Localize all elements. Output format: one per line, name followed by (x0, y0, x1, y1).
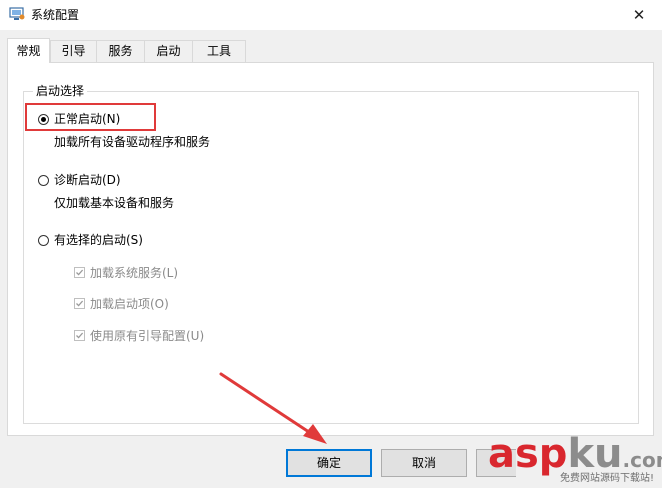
ok-button[interactable]: 确定 (286, 449, 372, 477)
selective-startup-radio[interactable]: 有选择的启动(S) (38, 233, 143, 247)
group-legend: 启动选择 (33, 84, 88, 98)
close-icon: ✕ (632, 6, 646, 24)
normal-startup-radio[interactable]: 正常启动(N) (38, 112, 120, 126)
load-startup-items-label: 加载启动项(O) (90, 297, 169, 311)
tab-startup[interactable]: 启动 (144, 40, 193, 62)
window-title: 系统配置 (31, 8, 80, 22)
use-original-boot-config-checkbox[interactable]: 使用原有引导配置(U) (74, 327, 204, 344)
tab-services[interactable]: 服务 (96, 40, 145, 62)
cancel-button[interactable]: 取消 (381, 449, 467, 477)
load-system-services-label: 加载系统服务(L) (90, 266, 179, 280)
tab-general[interactable]: 常规 (7, 38, 50, 63)
diagnostic-startup-label: 诊断启动(D) (54, 173, 121, 187)
tab-boot[interactable]: 引导 (50, 40, 97, 62)
radio-selected-icon (38, 113, 49, 125)
normal-startup-description: 加载所有设备驱动程序和服务 (54, 135, 211, 149)
system-config-app-icon (9, 7, 25, 21)
use-original-boot-config-label: 使用原有引导配置(U) (90, 329, 205, 343)
title-bar: 系统配置 ✕ (0, 0, 662, 30)
checkmark-icon (74, 298, 85, 309)
tab-tools[interactable]: 工具 (192, 40, 246, 62)
normal-startup-label: 正常启动(N) (54, 112, 121, 126)
watermark-tagline: 免费网站源码下载站! (560, 473, 655, 484)
radio-unselected-icon (38, 234, 49, 246)
checkmark-icon (74, 267, 85, 278)
load-startup-items-checkbox[interactable]: 加载启动项(O) (74, 295, 169, 312)
checkmark-icon (74, 330, 85, 341)
radio-unselected-icon (38, 174, 49, 186)
diagnostic-startup-description: 仅加载基本设备和服务 (54, 196, 175, 210)
close-button[interactable]: ✕ (616, 0, 662, 30)
diagnostic-startup-radio[interactable]: 诊断启动(D) (38, 173, 121, 187)
annotation-arrow-icon (219, 372, 327, 444)
aspku-watermark: aspku.com 免费网站源码下载站! (488, 432, 662, 488)
load-system-services-checkbox[interactable]: 加载系统服务(L) (74, 264, 178, 281)
selective-startup-label: 有选择的启动(S) (54, 233, 143, 247)
